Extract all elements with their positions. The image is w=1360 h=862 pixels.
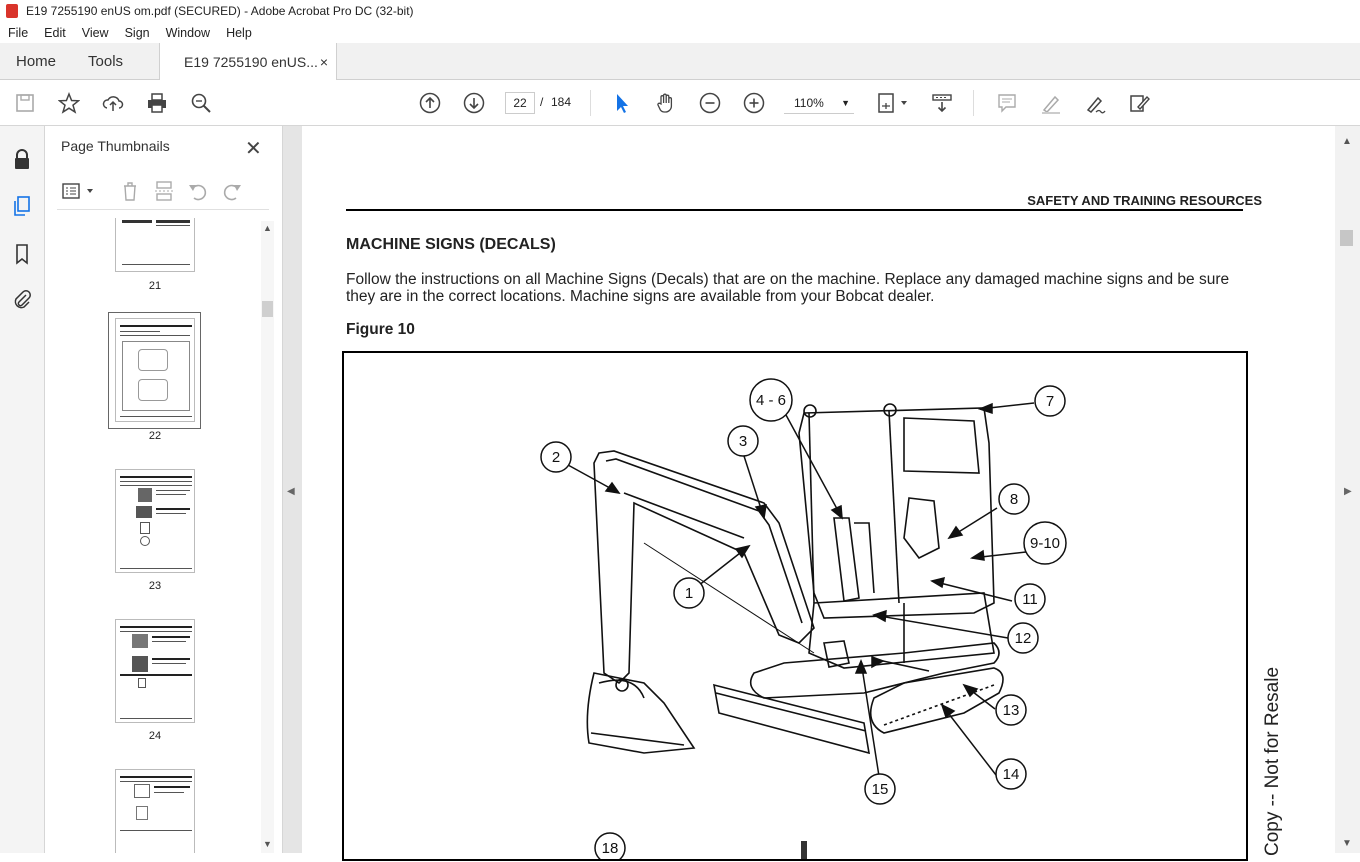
- page-number-input[interactable]: 22: [505, 92, 535, 114]
- toolbar: 22 / 184 110% ▼: [0, 80, 1360, 126]
- callout-12: 12: [1015, 630, 1032, 647]
- attachment-paperclip-icon[interactable]: [11, 289, 33, 311]
- delete-page-icon[interactable]: [119, 180, 141, 202]
- options-menu-icon[interactable]: [61, 180, 95, 202]
- tab-close-icon[interactable]: ×: [320, 54, 328, 70]
- callout-13: 13: [1003, 702, 1020, 719]
- page-thumbnail-22[interactable]: [115, 318, 195, 422]
- panel-title: Page Thumbnails: [61, 138, 170, 154]
- select-cursor-icon[interactable]: [610, 91, 634, 115]
- excavator-illustration: 1 2 3 4 - 6 7 8 9-10 11 12 13 14 15 18: [540, 378, 1067, 862]
- watermark-text: Copy -- Not for Resale: [1262, 666, 1283, 856]
- lock-icon[interactable]: [11, 148, 33, 170]
- page-total: 184: [551, 95, 572, 109]
- tab-document-label: E19 7255190 enUS...: [184, 53, 318, 70]
- draw-sign-icon[interactable]: [1083, 91, 1107, 115]
- save-icon[interactable]: [13, 91, 37, 115]
- scroll-mode-icon[interactable]: [930, 91, 954, 115]
- callout-18: 18: [602, 840, 619, 857]
- window-title: E19 7255190 enUS om.pdf (SECURED) - Adob…: [26, 4, 414, 18]
- thumbnail-tools: [57, 174, 269, 210]
- scroll-down-icon[interactable]: ▼: [263, 839, 272, 849]
- menu-edit[interactable]: Edit: [36, 26, 74, 40]
- menu-file[interactable]: File: [0, 26, 36, 40]
- close-icon[interactable]: ✕: [245, 136, 262, 161]
- extract-pages-icon[interactable]: [153, 180, 175, 202]
- page-thumbnails-panel: Page Thumbnails ✕ 21 22 23 24 ▲ ▼: [45, 126, 283, 853]
- callout-8: 8: [1010, 491, 1018, 508]
- next-page-icon[interactable]: [462, 91, 486, 115]
- menu-sign[interactable]: Sign: [117, 26, 158, 40]
- thumbnail-page-number: 23: [148, 580, 162, 592]
- callout-11: 11: [1022, 591, 1038, 608]
- callout-14: 14: [1003, 766, 1020, 783]
- tab-bar: Home Tools E19 7255190 enUS... ×: [0, 43, 1360, 80]
- tab-document[interactable]: E19 7255190 enUS... ×: [159, 43, 338, 80]
- page-thumbnail-21[interactable]: [115, 218, 195, 272]
- thumbnail-page-number: 24: [148, 730, 162, 742]
- print-icon[interactable]: [145, 91, 169, 115]
- thumbnail-scrollbar[interactable]: ▲ ▼: [261, 221, 274, 853]
- scrollbar-thumb[interactable]: [1340, 230, 1353, 246]
- scroll-down-icon[interactable]: ▼: [1342, 838, 1352, 849]
- bookmark-icon[interactable]: [11, 243, 33, 265]
- zoom-in-icon[interactable]: [742, 91, 766, 115]
- body-paragraph: Follow the instructions on all Machine S…: [346, 271, 1230, 305]
- zoom-level-value: 110%: [794, 95, 824, 110]
- callout-3: 3: [739, 433, 747, 450]
- callout-7: 7: [1046, 393, 1054, 410]
- page-separator: /: [540, 95, 544, 109]
- figure-frame: 1 2 3 4 - 6 7 8 9-10 11 12 13 14 15 18: [342, 351, 1248, 862]
- menu-help[interactable]: Help: [218, 26, 260, 40]
- thumbnail-page-number: 22: [148, 430, 162, 442]
- header-rule: [346, 209, 1243, 211]
- comment-icon[interactable]: [995, 91, 1019, 115]
- redact-edit-icon[interactable]: [1127, 91, 1151, 115]
- scrollbar-thumb[interactable]: [262, 301, 273, 317]
- scroll-up-icon[interactable]: ▲: [263, 223, 272, 233]
- menu-window[interactable]: Window: [158, 26, 218, 40]
- toolbar-divider: [590, 90, 591, 116]
- callout-4-6: 4 - 6: [756, 392, 786, 409]
- toolbar-divider: [973, 90, 974, 116]
- upload-cloud-icon[interactable]: [101, 91, 125, 115]
- rotate-left-icon[interactable]: [187, 180, 209, 202]
- hand-tool-icon[interactable]: [654, 91, 678, 115]
- callout-2: 2: [552, 449, 560, 466]
- pdf-page: SAFETY AND TRAINING RESOURCES MACHINE SI…: [302, 126, 1335, 862]
- callout-15: 15: [872, 781, 889, 798]
- zoom-out-icon[interactable]: [698, 91, 722, 115]
- page-thumbnail-25[interactable]: [115, 769, 195, 853]
- tab-tools[interactable]: Tools: [72, 43, 139, 79]
- left-navigation-rail: [0, 126, 45, 853]
- star-icon[interactable]: [57, 91, 81, 115]
- page-fit-icon[interactable]: [876, 91, 912, 115]
- page-thumbnail-23[interactable]: [115, 469, 195, 573]
- chevron-down-icon: ▼: [841, 97, 850, 108]
- page-thumbnails-icon[interactable]: [11, 195, 33, 217]
- page-thumbnail-24[interactable]: [115, 619, 195, 723]
- previous-page-icon[interactable]: [418, 91, 442, 115]
- menu-bar: File Edit View Sign Window Help: [0, 22, 1360, 43]
- zoom-search-icon[interactable]: [189, 91, 213, 115]
- document-view: ◀ SAFETY AND TRAINING RESOURCES MACHINE …: [283, 126, 1360, 862]
- figure-label: Figure 10: [346, 321, 415, 338]
- document-scrollbar[interactable]: ▲ ▶ ▼: [1335, 126, 1360, 853]
- callout-1: 1: [685, 585, 693, 602]
- pdf-icon: [6, 4, 18, 18]
- figure-marker: [801, 841, 807, 859]
- thumbnail-page-number: 21: [148, 280, 162, 292]
- callout-9-10: 9-10: [1030, 535, 1060, 552]
- expand-panel-icon[interactable]: ▶: [1344, 486, 1352, 497]
- collapse-panel-icon[interactable]: ◀: [287, 486, 295, 497]
- section-title: MACHINE SIGNS (DECALS): [346, 236, 556, 253]
- menu-view[interactable]: View: [74, 26, 117, 40]
- page-header: SAFETY AND TRAINING RESOURCES: [1027, 193, 1262, 208]
- tab-home[interactable]: Home: [0, 43, 72, 79]
- zoom-level-select[interactable]: 110% ▼: [784, 92, 854, 114]
- title-bar: E19 7255190 enUS om.pdf (SECURED) - Adob…: [0, 0, 1360, 22]
- highlight-pen-icon[interactable]: [1039, 91, 1063, 115]
- rotate-right-icon[interactable]: [221, 180, 243, 202]
- scroll-up-icon[interactable]: ▲: [1342, 136, 1352, 147]
